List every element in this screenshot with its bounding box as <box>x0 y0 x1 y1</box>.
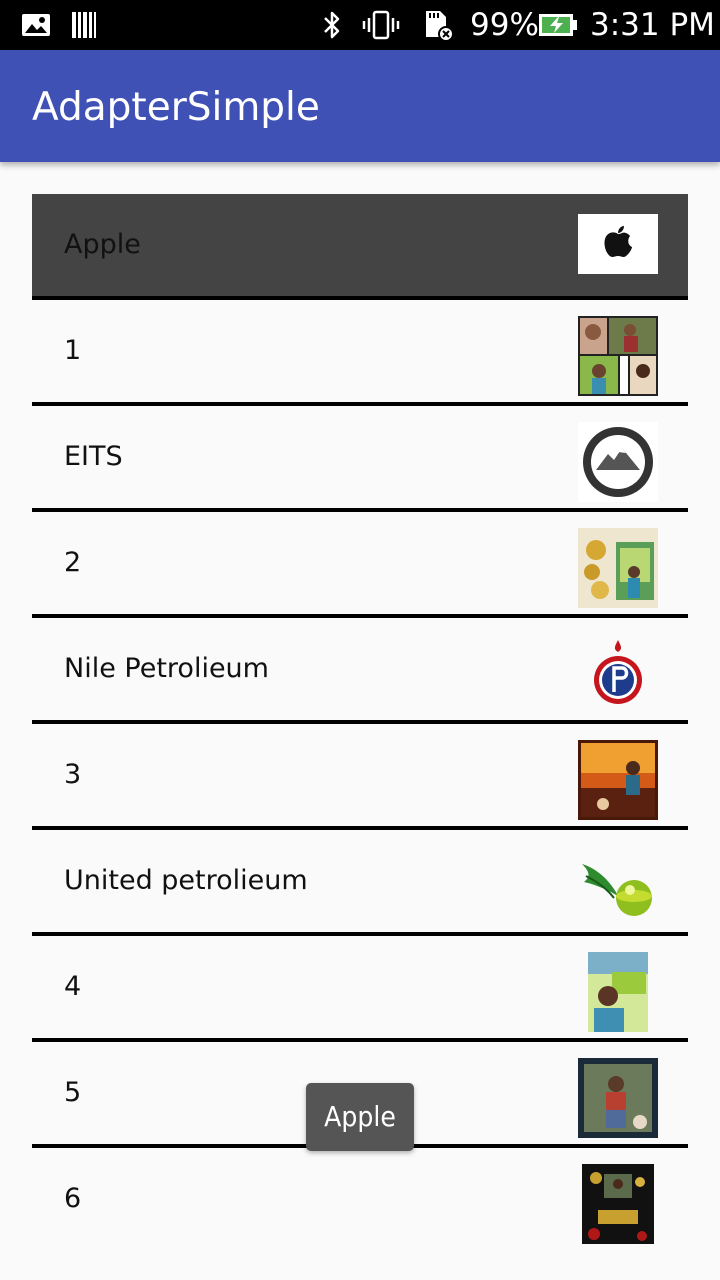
new-year-2017-photo-image <box>582 1164 654 1244</box>
nile-petroleum-logo-image <box>578 634 658 714</box>
list-item-label: 6 <box>64 1183 82 1214</box>
list-item[interactable]: 6 <box>32 1148 688 1250</box>
list-item[interactable]: EITS <box>32 406 688 512</box>
status-bar: 99% 3:31 PM <box>0 0 720 50</box>
list-item-label: 4 <box>64 971 82 1002</box>
barcode-icon <box>72 12 96 38</box>
list-item[interactable]: Nile Petrolieum <box>32 618 688 724</box>
list-item-label: United petrolieum <box>64 865 308 896</box>
image-icon <box>22 14 50 36</box>
selfie-photo-image <box>588 952 648 1032</box>
list-item-label: 5 <box>64 1077 82 1108</box>
everest-advanced-logo-image <box>578 422 658 502</box>
framed-photo-image <box>578 1058 658 1138</box>
list-item[interactable]: 2 <box>32 512 688 618</box>
united-petroleum-logo-image <box>578 846 658 926</box>
list-item-label: EITS <box>64 441 123 472</box>
app-title: AdapterSimple <box>32 85 320 130</box>
toast-message: Apple <box>306 1083 414 1151</box>
list-item[interactable]: 4 <box>32 936 688 1042</box>
clock: 3:31 PM <box>590 7 715 43</box>
list-item-label: 3 <box>64 759 82 790</box>
sunset-photo-frame-image <box>578 740 658 820</box>
list-item[interactable]: 1 <box>32 300 688 406</box>
list-item-label: 2 <box>64 547 82 578</box>
app-bar: AdapterSimple <box>0 50 720 162</box>
list-item[interactable]: 3 <box>32 724 688 830</box>
battery-charging-icon <box>539 14 577 36</box>
battery-percent: 99% <box>470 7 539 43</box>
list-item[interactable]: United petrolieum <box>32 830 688 936</box>
bluetooth-icon <box>324 11 340 39</box>
photo-collage-image <box>578 316 658 396</box>
list-item-label: Apple <box>64 229 141 260</box>
list-item-label: 1 <box>64 335 82 366</box>
sd-card-error-icon <box>426 11 454 41</box>
list-item[interactable]: Apple <box>32 194 688 300</box>
new-year-photo-frame-image <box>578 528 658 608</box>
vibrate-icon <box>362 10 400 40</box>
apple-logo-image <box>578 214 658 274</box>
list-item-label: Nile Petrolieum <box>64 653 269 684</box>
